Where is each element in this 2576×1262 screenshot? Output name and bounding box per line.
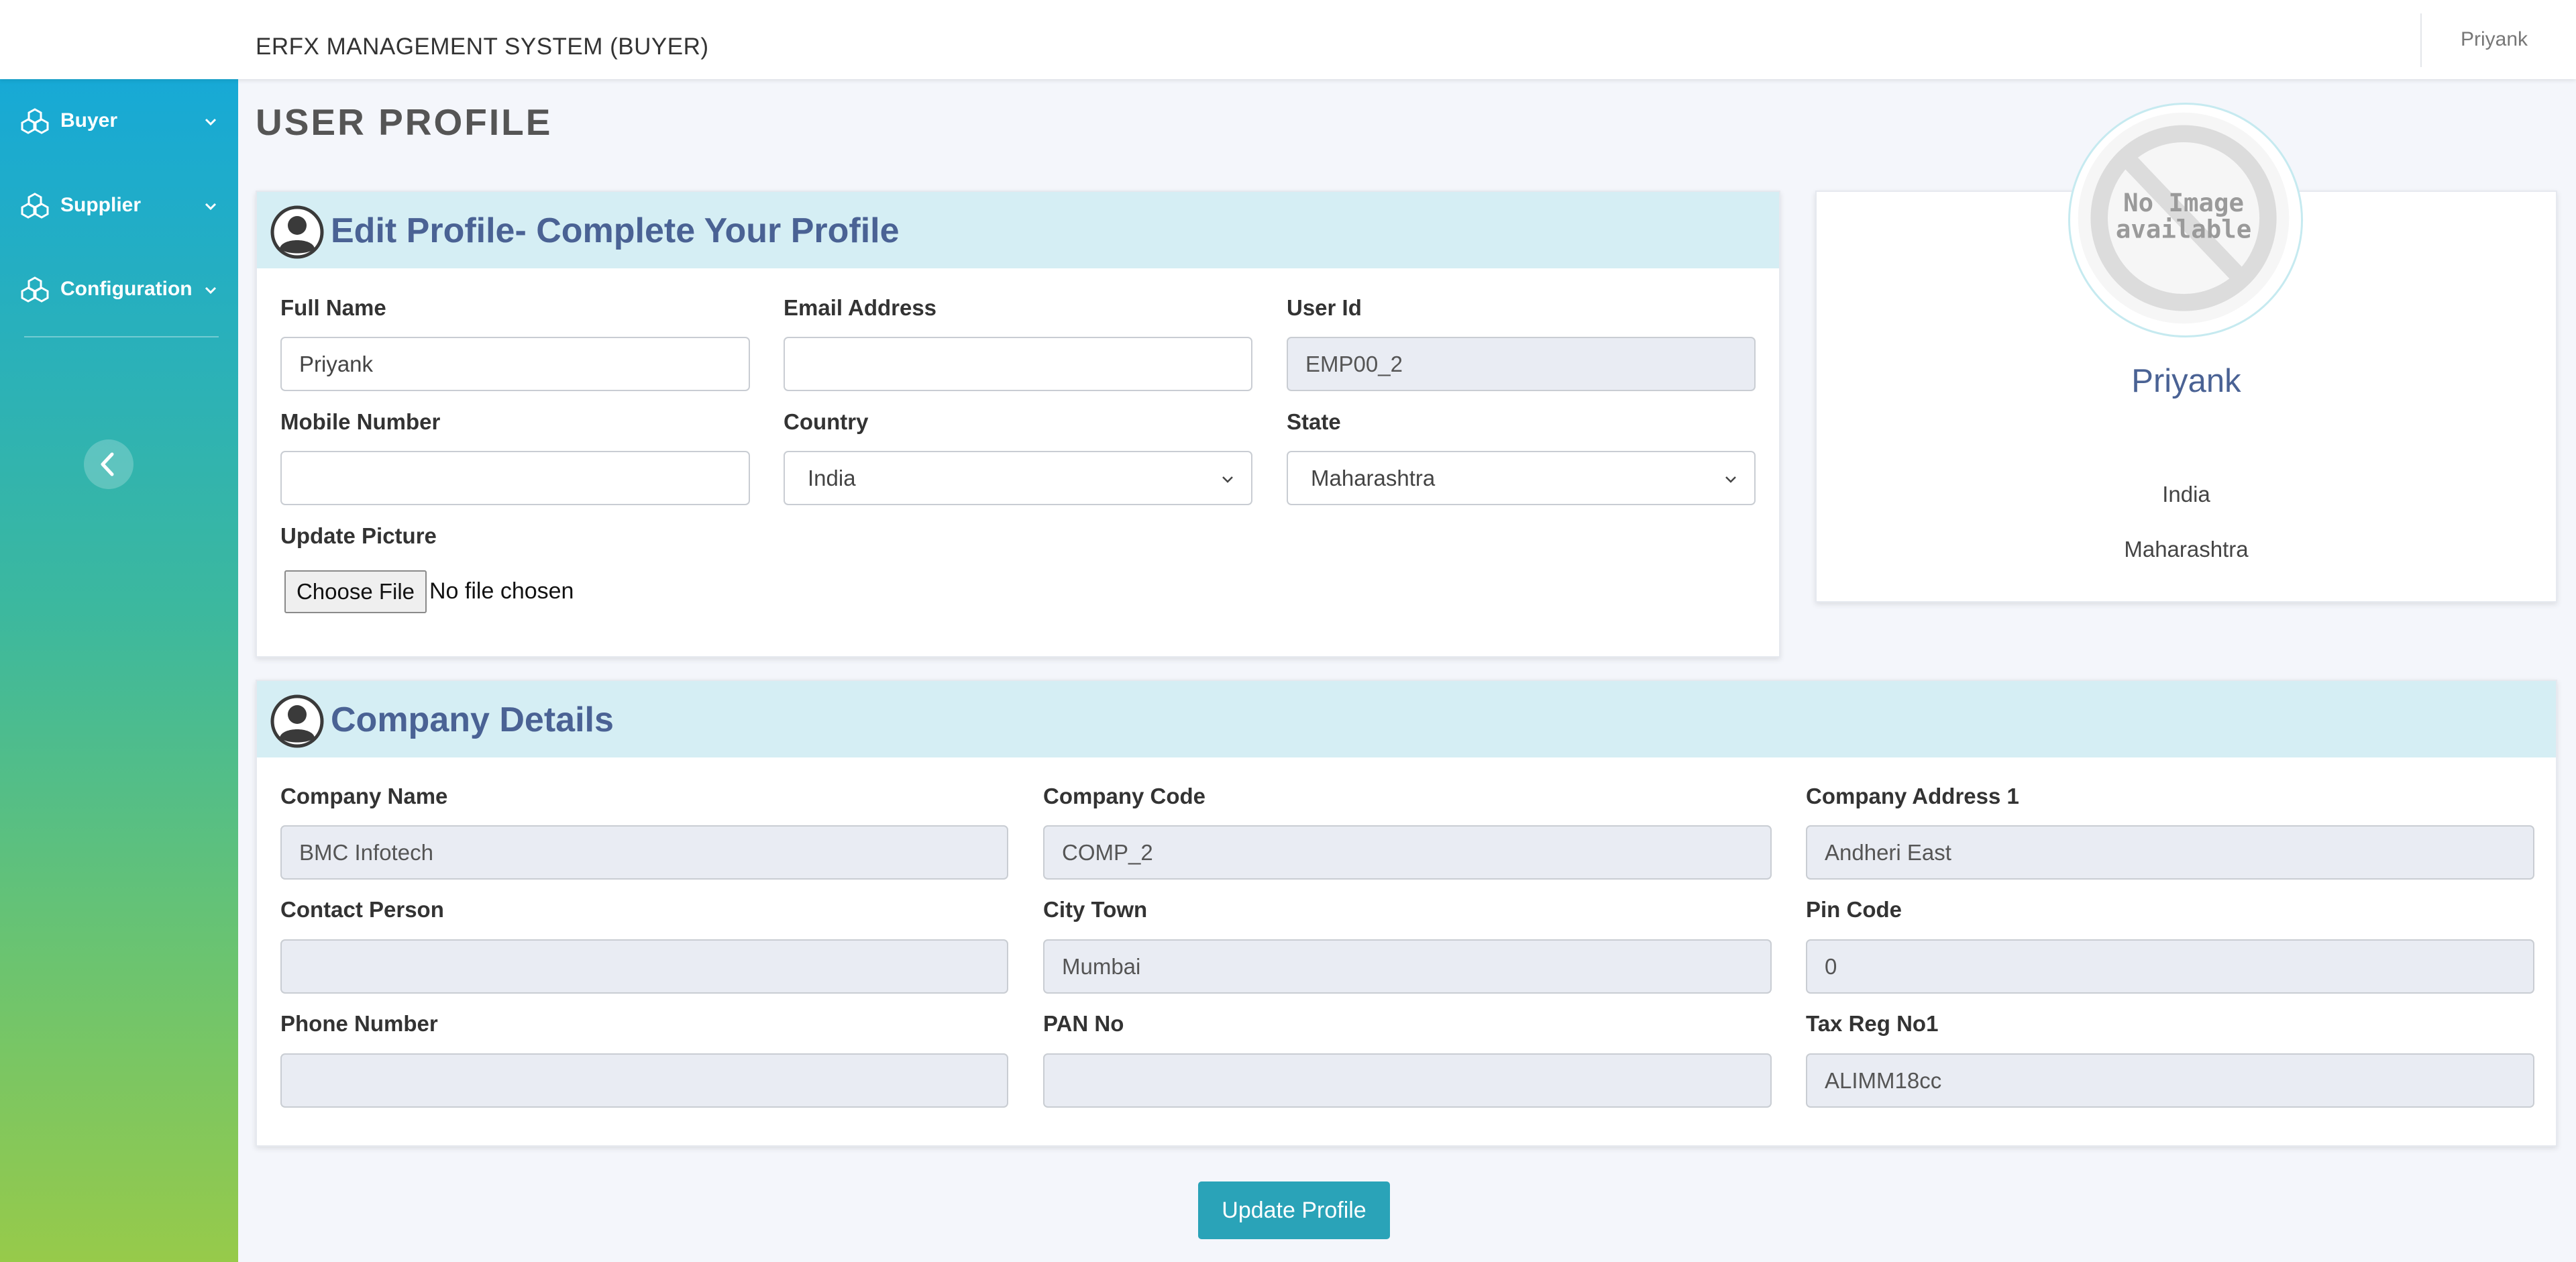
chevron-down-icon xyxy=(205,118,217,126)
sidebar-collapse-button[interactable] xyxy=(84,439,133,489)
no-image-line2: available xyxy=(2116,215,2251,244)
chevron-down-icon xyxy=(1725,476,1736,483)
cubes-icon xyxy=(21,276,49,303)
user-menu[interactable]: Priyank xyxy=(2461,28,2528,51)
pan-no-input xyxy=(1043,1053,1772,1108)
full-name-label: Full Name xyxy=(280,295,386,320)
sidebar-item-label: Configuration xyxy=(60,278,193,300)
profile-name: Priyank xyxy=(2131,363,2241,399)
file-status: No file chosen xyxy=(429,578,574,604)
sidebar-item-label: Buyer xyxy=(60,109,118,132)
company-code-input xyxy=(1043,825,1772,880)
email-label: Email Address xyxy=(784,295,937,320)
full-name-input[interactable] xyxy=(280,337,750,391)
cubes-icon xyxy=(21,193,49,219)
country-label: Country xyxy=(784,409,869,434)
no-image-line1: No Image xyxy=(2123,188,2244,217)
tax-reg-input xyxy=(1806,1053,2534,1108)
mobile-input[interactable] xyxy=(280,451,750,505)
profile-state: Maharashtra xyxy=(2124,537,2249,562)
email-input[interactable] xyxy=(784,337,1252,391)
contact-person-input xyxy=(280,939,1008,994)
sidebar-item-label: Supplier xyxy=(60,194,142,216)
top-header: ERFX MANAGEMENT SYSTEM (BUYER) Priyank xyxy=(0,0,2576,79)
chevron-down-icon xyxy=(1222,476,1233,483)
choose-file-button[interactable]: Choose File xyxy=(284,570,427,613)
company-code-label: Company Code xyxy=(1043,784,1206,808)
header-divider xyxy=(2420,13,2422,67)
user-id-input xyxy=(1287,337,1756,391)
app-title: ERFX MANAGEMENT SYSTEM (BUYER) xyxy=(256,34,709,60)
state-value: Maharashtra xyxy=(1311,465,1436,490)
city-town-label: City Town xyxy=(1043,897,1148,922)
no-image-icon: No Image available xyxy=(2078,112,2290,324)
chevron-down-icon xyxy=(205,203,217,211)
pin-code-input xyxy=(1806,939,2534,994)
country-value: India xyxy=(808,465,856,490)
update-profile-button[interactable]: Update Profile xyxy=(1198,1181,1390,1239)
contact-person-label: Contact Person xyxy=(280,897,444,922)
edit-profile-title: Edit Profile- Complete Your Profile xyxy=(331,211,900,250)
company-details-header: Company Details xyxy=(257,681,2556,757)
state-select[interactable]: Maharashtra xyxy=(1287,451,1756,505)
company-name-label: Company Name xyxy=(280,784,448,808)
chevron-down-icon xyxy=(205,286,217,295)
state-label: State xyxy=(1287,409,1341,434)
sidebar-divider xyxy=(24,336,219,337)
profile-image: No Image available xyxy=(2068,103,2303,337)
city-town-input xyxy=(1043,939,1772,994)
update-picture-label: Update Picture xyxy=(280,523,437,548)
user-id-label: User Id xyxy=(1287,295,1362,320)
user-avatar-icon xyxy=(270,694,324,748)
pan-no-label: PAN No xyxy=(1043,1011,1124,1036)
pin-code-label: Pin Code xyxy=(1806,897,1902,922)
sidebar-item-supplier[interactable]: Supplier xyxy=(0,178,238,232)
chevron-left-icon xyxy=(101,452,114,476)
sidebar-item-buyer[interactable]: Buyer xyxy=(0,94,238,148)
mobile-label: Mobile Number xyxy=(280,409,441,434)
company-address-label: Company Address 1 xyxy=(1806,784,2019,808)
phone-number-label: Phone Number xyxy=(280,1011,438,1036)
company-name-input xyxy=(280,825,1008,880)
phone-number-input xyxy=(280,1053,1008,1108)
sidebar-item-configuration[interactable]: Configuration xyxy=(0,262,238,316)
country-select[interactable]: India xyxy=(784,451,1252,505)
company-details-title: Company Details xyxy=(331,700,614,739)
cubes-icon xyxy=(21,108,49,134)
tax-reg-label: Tax Reg No1 xyxy=(1806,1011,1939,1036)
company-address-input xyxy=(1806,825,2534,880)
edit-profile-header: Edit Profile- Complete Your Profile xyxy=(257,192,1779,268)
user-avatar-icon xyxy=(270,205,324,259)
page-title: USER PROFILE xyxy=(256,101,553,143)
sidebar: Buyer Supplier Configuration xyxy=(0,79,238,1262)
profile-country: India xyxy=(2162,482,2210,507)
